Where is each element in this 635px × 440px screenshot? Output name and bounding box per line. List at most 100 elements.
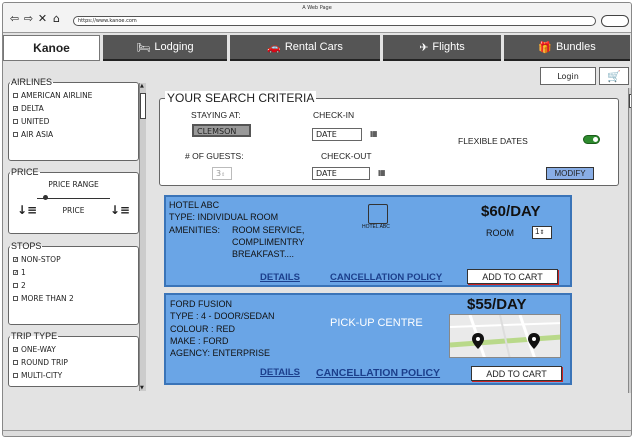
airline-option[interactable]: ✓ DELTA — [13, 102, 134, 115]
calendar-icon[interactable]: ▦ — [378, 168, 386, 177]
checkin-input[interactable]: DATE — [312, 128, 362, 141]
bed-icon: 🛏 — [136, 41, 151, 54]
room-label: ROOM — [486, 228, 514, 238]
stepper-arrows-icon: ⇕ — [539, 230, 545, 236]
result-colour: COLOUR : RED — [170, 324, 236, 334]
tab-rental-cars[interactable]: 🚗 Rental Cars — [230, 35, 380, 61]
car-icon: 🚗 — [267, 41, 281, 54]
main-scrollbar[interactable] — [628, 88, 631, 393]
sidebar-scrollbar[interactable]: ▲ ▼ — [139, 83, 146, 391]
option-label: DELTA — [21, 104, 44, 113]
staying-at-input[interactable]: CLEMSON — [192, 124, 251, 137]
trip-type-option[interactable]: MULTI-CITY — [13, 369, 134, 382]
stops-option[interactable]: MORE THAN 2 — [13, 292, 134, 305]
tab-label: Flights — [432, 41, 465, 53]
forward-icon[interactable]: ⇨ — [23, 13, 34, 25]
price-filter: PRICE PRICE RANGE ↓≡ PRICE ↓≡ — [8, 167, 139, 234]
checkbox[interactable] — [13, 360, 18, 365]
airline-option[interactable]: AIR ASIA — [13, 128, 134, 141]
details-link[interactable]: DETAILS — [260, 272, 300, 283]
details-link[interactable]: DETAILS — [260, 367, 300, 378]
stepper-arrows-icon: ⇕ — [221, 172, 226, 178]
tab-label: Lodging — [154, 41, 194, 53]
tab-kanoe[interactable]: Kanoe — [3, 35, 100, 61]
stops-option[interactable]: ✓ NON-STOP — [13, 253, 134, 266]
scrollbar-thumb[interactable] — [140, 93, 146, 119]
checkbox[interactable] — [13, 373, 18, 378]
cancellation-policy-link[interactable]: CANCELLATION POLICY — [316, 367, 440, 379]
checkbox[interactable] — [13, 93, 18, 98]
add-to-cart-button[interactable]: ADD TO CART — [467, 269, 558, 284]
result-type: TYPE: INDIVIDUAL ROOM — [169, 212, 279, 222]
scroll-down-icon[interactable]: ▼ — [140, 385, 144, 391]
filter-title: TRIP TYPE — [11, 331, 58, 341]
checkbox-checked[interactable]: ✓ — [13, 106, 18, 112]
checkbox-checked[interactable]: ✓ — [13, 270, 18, 276]
url-bar[interactable]: https://www.kanoe.com — [73, 16, 596, 26]
browser-search-pill[interactable] — [601, 15, 629, 27]
car-result-card: FORD FUSION TYPE : 4 - DOOR/SEDAN COLOUR… — [164, 293, 572, 385]
option-label: ONE-WAY — [21, 345, 56, 354]
checkbox[interactable] — [13, 283, 18, 288]
result-price: $55/DAY — [467, 296, 527, 313]
filter-title: STOPS — [11, 241, 42, 251]
filter-title: AIRLINES — [11, 77, 53, 87]
staying-at-label: STAYING AT: — [191, 110, 241, 120]
option-label: AIR ASIA — [21, 130, 54, 139]
status-bar — [3, 430, 631, 436]
pickup-centre-label: PICK-UP CENTRE — [330, 317, 423, 329]
price-range-slider[interactable] — [37, 191, 110, 200]
tab-label: Bundles — [555, 41, 596, 53]
checkin-label: CHECK-IN — [313, 110, 355, 120]
cancellation-policy-link[interactable]: CANCELLATION POLICY — [330, 272, 442, 283]
login-button[interactable]: Login — [540, 67, 596, 85]
add-to-cart-button[interactable]: ADD TO CART — [471, 366, 562, 381]
checkbox[interactable] — [13, 119, 18, 124]
flexible-dates-toggle[interactable] — [583, 135, 600, 144]
sort-descending-icon[interactable]: ↓≡ — [110, 203, 130, 217]
airline-option[interactable]: UNITED — [13, 115, 134, 128]
stops-filter: STOPS ✓ NON-STOP ✓ 1 2 MORE THAN 2 — [8, 241, 139, 325]
slider-handle[interactable] — [43, 195, 48, 200]
hotel-image-caption: HOTEL ABC — [362, 224, 390, 230]
checkbox-checked[interactable]: ✓ — [13, 257, 18, 263]
tab-lodging[interactable]: 🛏 Lodging — [103, 35, 227, 61]
flexible-dates-label: FLEXIBLE DATES — [458, 136, 528, 146]
stops-option[interactable]: 2 — [13, 279, 134, 292]
main-tabs: Kanoe 🛏 Lodging 🚗 Rental Cars ✈ Flights … — [3, 35, 631, 63]
result-make: MAKE : FORD — [170, 336, 229, 346]
checkbox[interactable] — [13, 132, 18, 137]
guests-label: # OF GUESTS: — [185, 151, 244, 161]
calendar-icon[interactable]: ▦ — [370, 129, 378, 138]
checkbox[interactable] — [13, 296, 18, 301]
stops-option[interactable]: ✓ 1 — [13, 266, 134, 279]
modify-button[interactable]: MODIFY — [546, 167, 594, 180]
trip-type-option[interactable]: ✓ ONE-WAY — [13, 343, 134, 356]
checkbox-checked[interactable]: ✓ — [13, 347, 18, 353]
tab-bundles[interactable]: 🎁 Bundles — [504, 35, 630, 61]
sort-ascending-icon[interactable]: ↓≡ — [17, 203, 37, 217]
title-bar: A Web Page ⇦ ⇨ ✕ ⌂ https://www.kanoe.com — [3, 3, 631, 33]
home-icon[interactable]: ⌂ — [51, 13, 62, 25]
back-icon[interactable]: ⇦ — [9, 13, 20, 25]
checkout-input[interactable]: DATE — [312, 167, 370, 180]
result-name: FORD FUSION — [170, 299, 232, 309]
close-icon[interactable]: ✕ — [37, 13, 48, 25]
option-label: MORE THAN 2 — [21, 294, 74, 303]
tab-label: Rental Cars — [284, 41, 343, 53]
option-label: NON-STOP — [21, 255, 61, 264]
pickup-map[interactable] — [449, 314, 561, 358]
tab-flights[interactable]: ✈ Flights — [383, 35, 501, 61]
result-name: HOTEL ABC — [169, 200, 220, 210]
scrollbar-thumb[interactable] — [629, 94, 631, 108]
cart-icon[interactable]: 🛒 — [599, 67, 629, 85]
room-stepper[interactable]: 1⇕ — [532, 226, 552, 239]
window-title: A Web Page — [302, 5, 332, 11]
scroll-up-icon[interactable]: ▲ — [140, 83, 144, 89]
browser-window: A Web Page ⇦ ⇨ ✕ ⌂ https://www.kanoe.com… — [2, 2, 632, 437]
airline-option[interactable]: AMERICAN AIRLINE — [13, 89, 134, 102]
trip-type-option[interactable]: ROUND TRIP — [13, 356, 134, 369]
price-sort-label: PRICE — [62, 205, 85, 215]
guests-stepper[interactable]: 3⇕ — [212, 167, 232, 180]
plane-icon: ✈ — [419, 41, 429, 54]
